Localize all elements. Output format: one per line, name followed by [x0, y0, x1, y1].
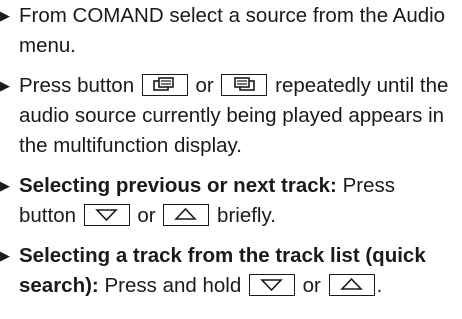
step-text-before: Press and hold: [104, 274, 242, 297]
arrow-up-icon: [328, 274, 375, 296]
arrow-down-icon: [83, 204, 130, 226]
step-text-before: Press button: [19, 74, 135, 97]
instruction-list: ▶ From COMAND select a source from the A…: [0, 1, 456, 311]
bullet-icon: ▶: [0, 8, 10, 23]
bullet-icon: ▶: [0, 78, 10, 93]
step-text-or: or: [302, 274, 321, 297]
step-press-display-button: ▶ Press button or repeatedly until the a…: [0, 71, 456, 161]
arrow-down-icon: [248, 274, 295, 296]
step-text: From COMAND select a source from the Aud…: [19, 4, 446, 57]
arrow-up-icon: [163, 204, 210, 226]
step-heading: Selecting previous or next track:: [19, 174, 337, 197]
step-previous-next-track: ▶ Selecting previous or next track: Pres…: [0, 171, 456, 231]
display-forward-icon: [221, 74, 268, 96]
bullet-icon: ▶: [0, 178, 10, 193]
display-back-icon: [141, 74, 188, 96]
step-select-source: ▶ From COMAND select a source from the A…: [0, 1, 456, 61]
bullet-icon: ▶: [0, 248, 10, 263]
step-text-after: briefly.: [217, 204, 276, 227]
step-text-or: or: [137, 204, 156, 227]
step-text-after: .: [376, 274, 383, 297]
step-text-or: or: [195, 74, 214, 97]
manual-page: ▶ From COMAND select a source from the A…: [0, 0, 462, 319]
step-quick-search: ▶ Selecting a track from the track list …: [0, 241, 456, 301]
